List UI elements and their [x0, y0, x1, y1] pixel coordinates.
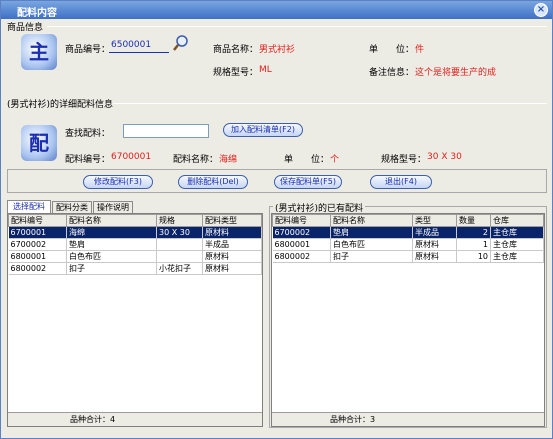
product-note-value: 这个是将要生产的成 [415, 68, 497, 78]
column-header[interactable]: 数量 [456, 214, 491, 227]
cell: 主仓库 [490, 238, 544, 251]
cell: 原材料 [202, 226, 262, 239]
cell: 海绵 [66, 226, 157, 239]
cell: 6700002 [8, 238, 67, 251]
cell [156, 238, 203, 251]
tab-instructions[interactable]: 操作说明 [93, 201, 133, 213]
left-count-label: 品种合计：4 [70, 415, 116, 424]
title-bar[interactable]: 配料内容 × [1, 1, 552, 19]
cell: 10 [456, 250, 491, 263]
column-header[interactable]: 配料编号 [272, 214, 331, 227]
tab-select-ingredient[interactable]: 选择配料 [7, 200, 51, 213]
cell: 白色布匹 [66, 250, 157, 263]
ingredient-name-value: 海绵 [219, 155, 238, 165]
product-spec-value: ML [259, 65, 272, 75]
ingredient-code-label: 配料编号： [65, 155, 111, 165]
cell: 2 [456, 226, 491, 239]
product-spec-label: 规格型号： [213, 68, 259, 78]
ingredient-logo-icon: 配 [21, 125, 57, 161]
modify-ingredient-button[interactable]: 修改配料(F3) [83, 175, 153, 189]
left-grid-footer: 品种合计：4 [8, 412, 262, 426]
ingredient-grid: 配料编号 配料名称 规格 配料类型 6700001 海绵 30 X 30 原材料… [7, 213, 263, 427]
product-unit-value: 件 [415, 45, 425, 55]
table-row[interactable]: 6800002 扣子 原材料 10 主仓库 [272, 250, 544, 263]
ingredient-code-value: 6700001 [111, 152, 152, 162]
product-section-title: 商品信息 [7, 23, 44, 33]
save-list-button[interactable]: 保存配料单(F5) [274, 175, 342, 189]
column-header[interactable]: 配料类型 [202, 214, 262, 227]
column-header[interactable]: 仓库 [490, 214, 544, 227]
cell: 主仓库 [490, 226, 544, 239]
ingredient-name-label: 配料名称： [173, 155, 219, 165]
cell: 6800002 [8, 262, 67, 275]
right-count-label: 品种合计：3 [330, 415, 376, 424]
table-row[interactable]: 6700002 垫肩 半成品 [8, 238, 262, 251]
product-code-underline [109, 52, 169, 53]
table-row[interactable]: 6700002 垫肩 半成品 2 主仓库 [272, 226, 544, 239]
close-button[interactable]: × [534, 3, 548, 17]
search-icon[interactable] [172, 34, 190, 52]
cell: 30 X 30 [156, 226, 203, 239]
cell: 原材料 [202, 250, 262, 263]
cell: 原材料 [412, 250, 457, 263]
ingredient-unit-label: 单 位： [284, 155, 330, 165]
column-header[interactable]: 规格 [156, 214, 203, 227]
product-code-value: 6500001 [111, 40, 152, 50]
cell: 主仓库 [490, 250, 544, 263]
cell: 扣子 [330, 250, 413, 263]
cell: 6800002 [272, 250, 331, 263]
cell: 6700002 [272, 226, 331, 239]
action-toolbar: 修改配料(F3) 删除配料(Del) 保存配料单(F5) 退出(F4) [7, 169, 547, 193]
detail-section-title: (男式衬衫)的详细配料信息 [7, 100, 114, 110]
ingredient-spec-value: 30 X 30 [427, 152, 462, 162]
table-row[interactable]: 6800001 白色布匹 原材料 1 主仓库 [272, 238, 544, 251]
exit-button[interactable]: 退出(F4) [370, 175, 432, 189]
cell: 1 [456, 238, 491, 251]
detail-divider [113, 103, 547, 104]
cell: 6800001 [8, 250, 67, 263]
table-row[interactable]: 6700001 海绵 30 X 30 原材料 [8, 226, 262, 239]
cell: 小花扣子 [156, 262, 203, 275]
delete-ingredient-button[interactable]: 删除配料(Del) [178, 175, 248, 189]
table-row[interactable]: 6800001 白色布匹 原材料 [8, 250, 262, 263]
search-ingredient-input[interactable] [123, 124, 209, 138]
cell: 垫肩 [330, 226, 413, 239]
ingredient-unit-value: 个 [330, 155, 340, 165]
product-code-label: 商品编号： [65, 45, 111, 55]
column-header[interactable]: 配料编号 [8, 214, 67, 227]
add-ingredient-button[interactable]: 加入配料清单(F2) [223, 123, 303, 137]
tab-ingredient-category[interactable]: 配料分类 [52, 201, 92, 213]
search-ingredient-label: 查找配料： [65, 129, 111, 139]
window-title: 配料内容 [17, 8, 57, 19]
cell: 半成品 [412, 226, 457, 239]
product-unit-label: 单 位： [369, 45, 415, 55]
window: 配料内容 × 商品信息 主 商品编号： 6500001 商品名称： 男式衬衫 单… [0, 0, 553, 439]
cell: 半成品 [202, 238, 262, 251]
cell: 原材料 [412, 238, 457, 251]
column-header[interactable]: 类型 [412, 214, 457, 227]
cell: 原材料 [202, 262, 262, 275]
ingredient-spec-label: 规格型号： [381, 155, 427, 165]
product-divider [47, 26, 547, 27]
product-name-label: 商品名称： [213, 45, 259, 55]
column-header[interactable]: 配料名称 [66, 214, 157, 227]
product-name-value: 男式衬衫 [259, 45, 296, 55]
column-header[interactable]: 配料名称 [330, 214, 413, 227]
cell: 6700001 [8, 226, 67, 239]
table-row[interactable]: 6800002 扣子 小花扣子 原材料 [8, 262, 262, 275]
cell: 白色布匹 [330, 238, 413, 251]
cell: 6800001 [272, 238, 331, 251]
cell [156, 250, 203, 263]
existing-ingredient-grid: 配料编号 配料名称 类型 数量 仓库 6700002 垫肩 半成品 2 主仓库 … [271, 213, 545, 427]
right-grid-footer: 品种合计：3 [272, 412, 544, 426]
cell: 垫肩 [66, 238, 157, 251]
product-logo-icon: 主 [21, 34, 57, 70]
cell: 扣子 [66, 262, 157, 275]
product-note-label: 备注信息： [369, 68, 415, 78]
